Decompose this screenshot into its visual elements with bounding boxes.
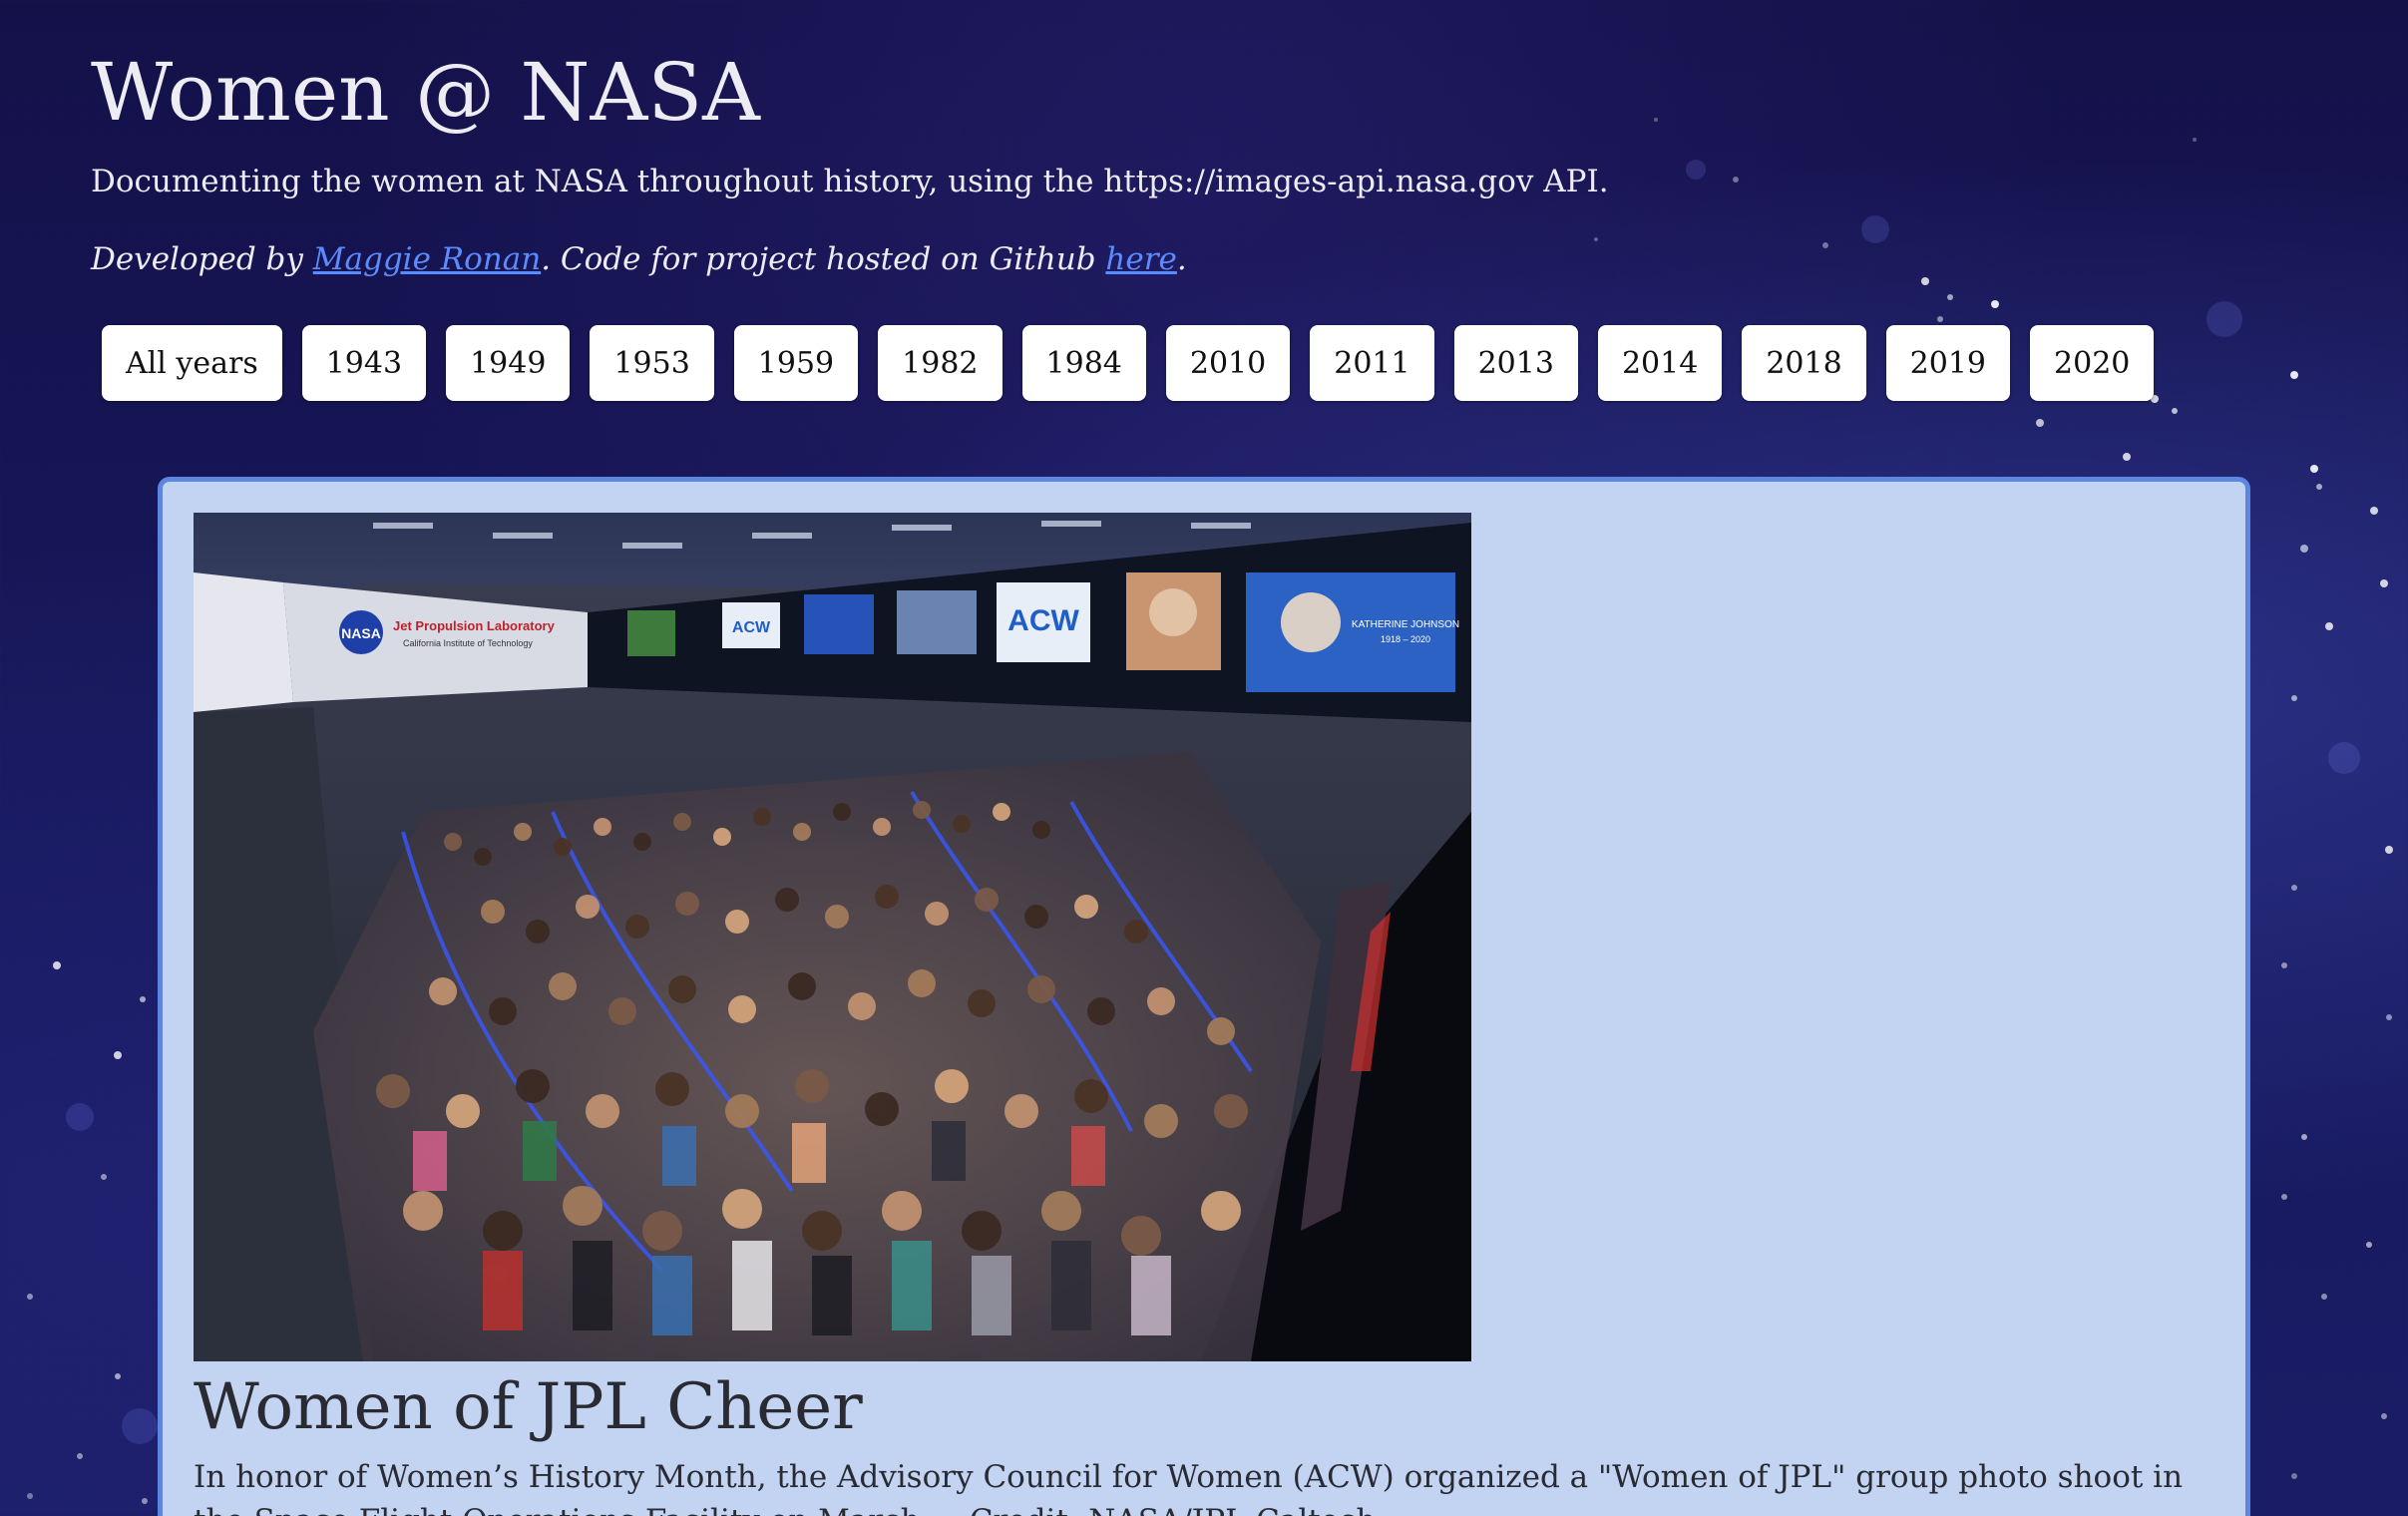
year-button-all[interactable]: All years — [102, 325, 282, 401]
github-link[interactable]: here — [1105, 241, 1176, 277]
author-link[interactable]: Maggie Ronan — [313, 241, 541, 277]
photo-illustration: NASA Jet Propulsion Laboratory Californi… — [194, 513, 1471, 1361]
site-subtitle: Documenting the women at NASA throughout… — [91, 164, 1609, 199]
year-button-1984[interactable]: 1984 — [1021, 325, 1146, 401]
year-button-2018[interactable]: 2018 — [1742, 325, 1866, 401]
year-filter-bar: All years 1943 1949 1953 1959 1982 1984 … — [102, 325, 2155, 401]
katherine-screen-text: KATHERINE JOHNSON — [1352, 619, 1459, 630]
year-button-1949[interactable]: 1949 — [446, 325, 571, 401]
year-button-2013[interactable]: 2013 — [1453, 325, 1578, 401]
year-button-1943[interactable]: 1943 — [301, 325, 427, 401]
year-button-2014[interactable]: 2014 — [1597, 325, 1723, 401]
year-button-2019[interactable]: 2019 — [1885, 325, 2011, 401]
photo-card: NASA Jet Propulsion Laboratory Californi… — [158, 477, 2250, 1516]
caltech-sign-text: California Institute of Technology — [403, 638, 533, 648]
photo-women-of-jpl: NASA Jet Propulsion Laboratory Californi… — [194, 513, 1471, 1361]
credits-line: Developed by Maggie Ronan. Code for proj… — [91, 239, 2285, 279]
katherine-years-text: 1918 – 2020 — [1381, 634, 1430, 644]
site-title: Women @ NASA — [91, 46, 760, 139]
acw-screen-text: ACW — [1007, 604, 1079, 637]
credits-prefix: Developed by — [91, 241, 313, 277]
credits-suffix: . — [1176, 241, 1187, 277]
year-button-1959[interactable]: 1959 — [733, 325, 859, 401]
nasa-meatball-text: NASA — [341, 625, 381, 641]
year-button-2020[interactable]: 2020 — [2030, 325, 2155, 401]
year-button-1953[interactable]: 1953 — [590, 325, 714, 401]
year-button-2011[interactable]: 2011 — [1310, 325, 1434, 401]
year-button-1982[interactable]: 1982 — [878, 325, 1003, 401]
card-title: Women of JPL Cheer — [194, 1370, 863, 1444]
jpl-sign-text: Jet Propulsion Laboratory — [393, 618, 556, 633]
year-button-2010[interactable]: 2010 — [1165, 325, 1291, 401]
svg-text:ACW: ACW — [732, 619, 771, 636]
site-header: Women @ NASA Documenting the women at NA… — [91, 40, 2285, 279]
credits-middle: . Code for project hosted on Github — [541, 241, 1106, 277]
card-description: In honor of Women’s History Month, the A… — [194, 1459, 2184, 1516]
